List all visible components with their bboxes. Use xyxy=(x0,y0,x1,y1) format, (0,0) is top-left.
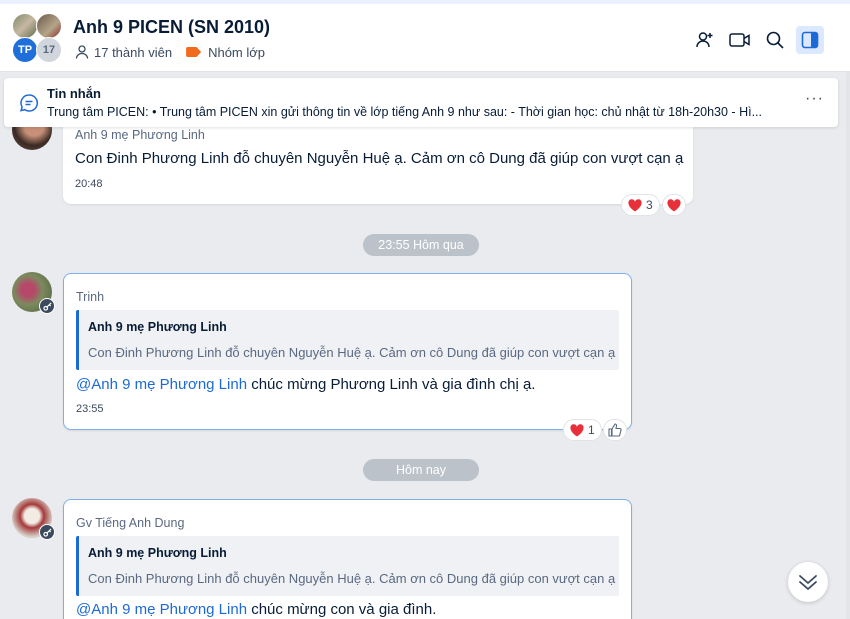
react-button[interactable] xyxy=(662,194,686,216)
mention-link[interactable]: @Anh 9 mẹ Phương Linh xyxy=(76,601,247,618)
sender-name: Gv Tiếng Anh Dung xyxy=(76,516,185,530)
key-icon xyxy=(39,524,55,540)
reaction-summary[interactable]: 1 xyxy=(563,419,602,441)
message-bubble[interactable]: Gv Tiếng Anh Dung Anh 9 mẹ Phương Linh C… xyxy=(63,499,632,619)
scroll-to-bottom-button[interactable] xyxy=(788,562,828,602)
group-type-label[interactable]: Nhóm lớp xyxy=(208,45,265,60)
pinned-message-bar[interactable]: Tin nhắn Trung tâm PICEN: • Trung tâm PI… xyxy=(4,78,838,127)
reaction-summary[interactable]: 3 xyxy=(621,194,660,216)
double-chevron-down-icon xyxy=(799,575,817,590)
add-member-button[interactable] xyxy=(691,26,719,54)
message-time: 20:48 xyxy=(75,178,103,190)
message-text: @Anh 9 mẹ Phương Linh chúc mừng Phương L… xyxy=(76,376,535,393)
group-avatar[interactable]: TP 17 xyxy=(12,13,64,65)
search-icon xyxy=(766,31,784,49)
message-body: chúc mừng Phương Linh và gia đình chị ạ. xyxy=(247,376,536,393)
chat-bubble-icon xyxy=(19,93,39,118)
sender-avatar[interactable] xyxy=(12,498,55,540)
member-avatar-2 xyxy=(36,13,62,39)
message-bubble[interactable]: Anh 9 mẹ Phương Linh Con Đinh Phương Lin… xyxy=(63,114,693,204)
member-count[interactable]: 17 thành viên xyxy=(94,45,172,60)
add-member-icon xyxy=(696,32,713,48)
more-options-button[interactable]: ··· xyxy=(805,90,824,108)
message-time: 23:55 xyxy=(76,403,104,415)
message-text: Con Đinh Phương Linh đỗ chuyên Nguyễn Hu… xyxy=(75,150,684,167)
quote-author: Anh 9 mẹ Phương Linh xyxy=(88,320,227,334)
label-tag-icon xyxy=(186,47,202,57)
scrollbar-track[interactable] xyxy=(846,72,850,619)
reaction-count: 1 xyxy=(588,423,595,437)
conversation-title[interactable]: Anh 9 PICEN (SN 2010) xyxy=(73,17,270,38)
heart-icon xyxy=(667,198,681,211)
reaction-count: 3 xyxy=(646,198,653,212)
date-divider: 23:55 Hôm qua xyxy=(363,234,479,256)
message-bubble[interactable]: Trinh Anh 9 mẹ Phương Linh Con Đinh Phươ… xyxy=(63,273,632,430)
member-count-badge: 17 xyxy=(36,37,62,63)
pinned-title: Tin nhắn xyxy=(47,86,101,101)
quoted-message[interactable]: Anh 9 mẹ Phương Linh Con Đinh Phương Lin… xyxy=(76,310,619,370)
mention-link[interactable]: @Anh 9 mẹ Phương Linh xyxy=(76,376,247,393)
message-text: @Anh 9 mẹ Phương Linh chúc mừng con và g… xyxy=(76,601,436,618)
search-button[interactable] xyxy=(761,26,789,54)
message-body: chúc mừng con và gia đình. xyxy=(247,601,437,618)
quoted-message[interactable]: Anh 9 mẹ Phương Linh Con Đinh Phương Lin… xyxy=(76,536,619,596)
pinned-text: Trung tâm PICEN: • Trung tâm PICEN xin g… xyxy=(47,105,762,119)
conversation-header: TP 17 Anh 9 PICEN (SN 2010) 17 thành viê… xyxy=(0,4,850,72)
key-icon xyxy=(39,298,55,314)
like-icon xyxy=(608,423,622,437)
member-avatar-initials: TP xyxy=(12,37,38,63)
date-divider: Hôm nay xyxy=(363,459,479,481)
sender-name: Anh 9 mẹ Phương Linh xyxy=(75,128,205,142)
like-button[interactable] xyxy=(603,419,627,441)
sender-avatar[interactable] xyxy=(12,272,55,314)
conversation-meta: 17 thành viên Nhóm lớp xyxy=(74,44,265,60)
sidebar-toggle-icon xyxy=(801,31,819,49)
member-avatar-1 xyxy=(12,13,38,39)
quote-text: Con Đinh Phương Linh đỗ chuyên Nguyễn Hu… xyxy=(88,571,616,586)
quote-author: Anh 9 mẹ Phương Linh xyxy=(88,546,227,560)
heart-icon xyxy=(570,423,584,436)
heart-icon xyxy=(628,198,642,211)
video-call-icon xyxy=(729,33,750,47)
member-icon xyxy=(75,45,89,59)
sender-name: Trinh xyxy=(76,290,105,304)
quote-text: Con Đinh Phương Linh đỗ chuyên Nguyễn Hu… xyxy=(88,345,616,360)
video-call-button[interactable] xyxy=(726,26,754,54)
sidebar-toggle-button[interactable] xyxy=(796,26,824,54)
